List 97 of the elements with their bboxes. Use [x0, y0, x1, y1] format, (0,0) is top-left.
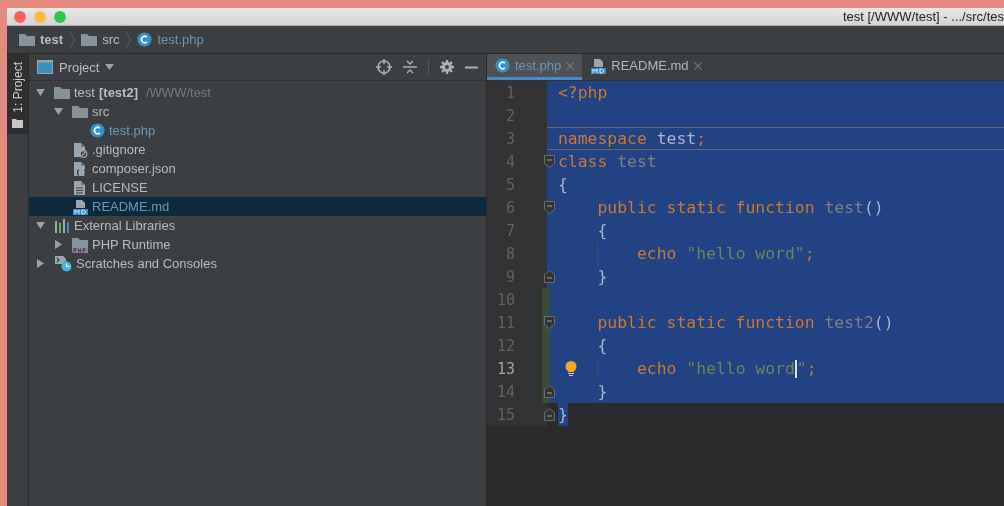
- ignored-file-icon: [72, 141, 88, 158]
- expanded-arrow-icon[interactable]: [36, 221, 45, 230]
- scratch-file-icon: [54, 255, 72, 272]
- crosshair-icon[interactable]: [376, 59, 392, 75]
- code-token: "hello word: [685, 358, 795, 380]
- class-icon: [495, 58, 510, 73]
- php-folder-icon: [72, 236, 88, 253]
- code-token: (): [863, 197, 884, 219]
- tree-row[interactable]: .gitignore: [29, 140, 486, 159]
- json-file-icon: [72, 160, 88, 177]
- code-token: ;: [806, 358, 817, 380]
- project-path: /WWW/test: [146, 85, 211, 100]
- zoom-button[interactable]: [54, 10, 66, 23]
- class-icon: [90, 123, 105, 138]
- fold-marker-icon[interactable]: [544, 270, 555, 283]
- collapse-all-icon[interactable]: [403, 59, 417, 75]
- code-token: }: [597, 266, 608, 288]
- tree-row[interactable]: src: [29, 102, 486, 121]
- folder-icon: [81, 32, 98, 47]
- code-token: <?php: [558, 82, 608, 104]
- tree-item-label: PHP Runtime: [92, 237, 171, 252]
- markdown-file-icon: [72, 198, 88, 215]
- class-icon: [137, 32, 153, 47]
- fold-marker-icon[interactable]: [544, 201, 555, 214]
- fold-marker-icon[interactable]: [544, 316, 555, 329]
- tree-item-label: test: [74, 85, 95, 100]
- code-token: class: [558, 151, 608, 173]
- tree-item-label: LICENSE: [92, 180, 148, 195]
- tree-item-label: test.php: [109, 123, 156, 138]
- breadcrumb[interactable]: test: [40, 32, 64, 47]
- tree-row[interactable]: README.md: [29, 197, 486, 216]
- tree-row[interactable]: composer.json: [29, 159, 486, 178]
- code-token: {: [558, 174, 568, 196]
- breadcrumb[interactable]: src: [102, 32, 120, 47]
- code-token: public static function: [597, 197, 815, 219]
- folder-icon: [54, 85, 70, 100]
- window-title: test [/WWW/test] - .../src/tes: [842, 9, 1004, 24]
- text-cursor: [794, 359, 797, 378]
- settings-icon[interactable]: [440, 60, 454, 74]
- fold-marker-icon[interactable]: [544, 408, 555, 421]
- fold-marker-icon[interactable]: [544, 155, 555, 168]
- code-token: test: [616, 151, 657, 173]
- code-token: namespace: [558, 128, 647, 150]
- tree-item-label: README.md: [92, 199, 170, 214]
- minimize-icon[interactable]: [465, 65, 478, 69]
- code-token: ;: [804, 243, 815, 265]
- tree-item-label: External Libraries: [74, 218, 176, 233]
- collapsed-arrow-icon[interactable]: [54, 240, 63, 249]
- folder-icon: [12, 118, 23, 128]
- folder-icon: [19, 32, 35, 47]
- module-name: [test2]: [98, 85, 138, 100]
- tree-row[interactable]: External Libraries: [29, 216, 486, 235]
- code-token: echo: [636, 243, 677, 265]
- markdown-file-icon: [590, 57, 607, 74]
- libraries-icon: [54, 218, 70, 233]
- line-number: 13: [495, 359, 515, 378]
- close-button[interactable]: [14, 10, 26, 23]
- fold-marker-icon[interactable]: [544, 385, 555, 398]
- code-token: (): [873, 312, 894, 334]
- code-token: ;: [696, 128, 707, 150]
- code-token: test: [823, 197, 864, 219]
- tree-row[interactable]: test.php: [29, 121, 486, 140]
- close-icon[interactable]: [566, 61, 575, 70]
- folder-icon: [72, 104, 88, 119]
- project-tool-tab[interactable]: 1: Project: [7, 54, 28, 134]
- tree-row[interactable]: test [test2] /WWW/test: [29, 83, 486, 102]
- view-selector[interactable]: Project: [59, 59, 100, 75]
- code-token: test: [655, 128, 697, 150]
- code-token: {: [597, 220, 608, 242]
- code-token: "hello word": [685, 243, 805, 265]
- code-token: test2: [823, 312, 874, 334]
- close-icon[interactable]: [693, 61, 702, 70]
- window-icon: [37, 60, 53, 74]
- tree-item-label: composer.json: [92, 161, 176, 176]
- code-token: public static function: [597, 312, 815, 334]
- tree-row[interactable]: Scratches and Consoles: [29, 254, 486, 273]
- change-marker[interactable]: [542, 288, 550, 311]
- tree-item-label: .gitignore: [92, 142, 146, 157]
- editor-tab[interactable]: README.md: [582, 54, 710, 80]
- expanded-arrow-icon[interactable]: [36, 88, 45, 97]
- code-token: {: [597, 335, 608, 357]
- dropdown-caret-icon[interactable]: [105, 64, 115, 70]
- tree-row[interactable]: LICENSE: [29, 178, 486, 197]
- breadcrumb[interactable]: test.php: [157, 32, 204, 47]
- collapsed-arrow-icon[interactable]: [36, 259, 45, 268]
- expanded-arrow-icon[interactable]: [54, 107, 63, 116]
- tree-row[interactable]: PHP Runtime: [29, 235, 486, 254]
- code-token: }: [597, 381, 608, 403]
- minimize-button[interactable]: [34, 10, 46, 23]
- chevron-icon: [69, 30, 76, 49]
- tree-item-label: Scratches and Consoles: [76, 256, 217, 271]
- code-token: }: [558, 403, 568, 426]
- code-token: ": [796, 358, 807, 380]
- tree-item-label: src: [92, 104, 110, 119]
- code-token: echo: [636, 358, 677, 380]
- text-file-icon: [72, 179, 88, 196]
- chevron-icon: [125, 30, 132, 49]
